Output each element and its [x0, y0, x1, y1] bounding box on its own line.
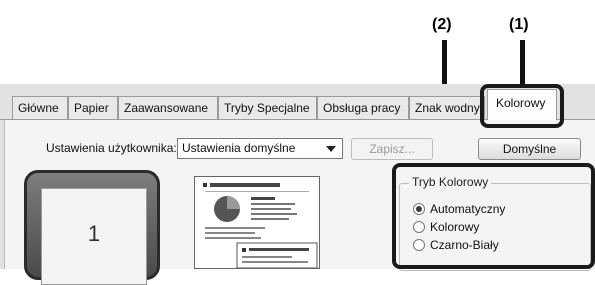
default-button[interactable]: Domyślne	[478, 138, 581, 160]
callout-label-1: (1)	[509, 16, 529, 33]
user-settings-label: Ustawienia użytkownika:	[46, 141, 177, 155]
preview-page-number: 1	[87, 221, 101, 246]
user-settings-select[interactable]: Ustawienia domyślne	[177, 138, 343, 159]
callout-label-2: (2)	[432, 16, 452, 33]
tab-znak-wodny[interactable]: Znak wodny	[409, 96, 485, 119]
tab-obsluga-pracy[interactable]: Obsługa pracy	[317, 96, 409, 119]
page-layout-preview: 1	[24, 170, 160, 285]
user-settings-value: Ustawienia domyślne	[182, 141, 296, 155]
tab-tryby-specjalne[interactable]: Tryby Specjalne	[218, 96, 317, 119]
highlight-box-1	[480, 84, 564, 128]
preview-page: 1	[41, 188, 147, 285]
save-button[interactable]: Zapisz...	[351, 138, 433, 160]
tab-zaawansowane[interactable]: Zaawansowane	[118, 96, 218, 119]
tab-glowne[interactable]: Główne	[12, 96, 68, 119]
document-preview-graphic	[203, 183, 318, 269]
document-preview-image	[194, 176, 320, 269]
highlight-box-2	[392, 163, 595, 269]
chevron-down-icon	[326, 146, 336, 152]
tab-papier[interactable]: Papier	[68, 96, 118, 119]
leader-line-1	[520, 40, 525, 88]
